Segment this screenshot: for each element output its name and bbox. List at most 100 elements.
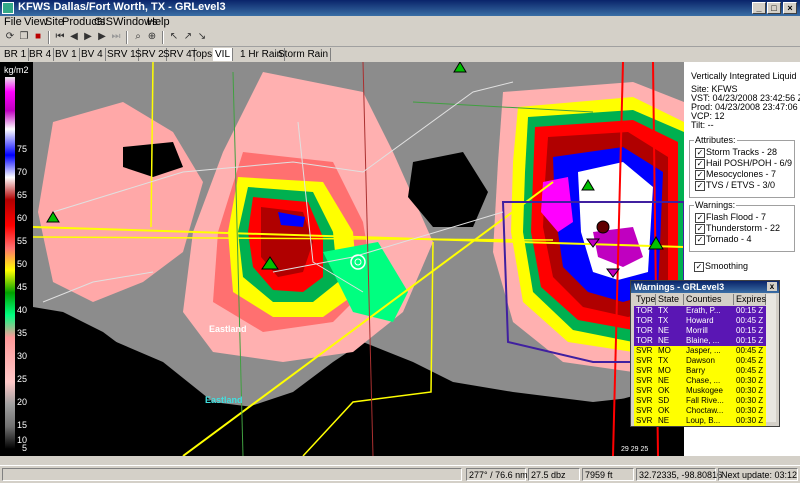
table-row[interactable]: SVR NE Loup, B... 00:30 Z: [634, 416, 766, 426]
warning-type: SVR: [636, 406, 653, 415]
warnings-window-titlebar[interactable]: Warnings - GRLevel3 x: [631, 281, 779, 293]
previous-frame-icon[interactable]: ◀: [68, 31, 80, 43]
mesocyclones-checkbox[interactable]: ✓: [695, 170, 705, 180]
tab-vil[interactable]: VIL: [213, 48, 234, 61]
close-button[interactable]: ×: [783, 2, 797, 14]
legend-label: 75: [17, 144, 28, 154]
thunderstorm-checkbox[interactable]: ✓: [695, 224, 705, 234]
product-title: Vertically Integrated Liquid: [691, 71, 797, 81]
warning-state: NE: [658, 416, 670, 425]
tvs-label: TVS / ETVS - 3/0: [706, 180, 776, 190]
close-icon[interactable]: x: [767, 282, 777, 291]
smoothing-label: Smoothing: [705, 261, 749, 271]
storm-tracks-checkbox[interactable]: ✓: [695, 148, 705, 158]
app-icon: [2, 2, 14, 14]
warnings-scrollbar[interactable]: [766, 294, 776, 422]
legend-label: 30: [17, 351, 28, 361]
play-icon[interactable]: ▶: [82, 31, 94, 43]
table-row[interactable]: SVR NE Chase, ... 00:30 Z: [634, 376, 766, 386]
warning-counties: Fall Rive...: [686, 396, 724, 405]
table-row[interactable]: SVR MO Barry 00:45 Z: [634, 366, 766, 376]
menu-bar: File View Site Products GIS Windows Help: [0, 16, 800, 29]
toolbar-separator: [48, 31, 50, 44]
warning-counties: Blaine, ...: [686, 336, 720, 345]
warning-state: NE: [658, 326, 670, 335]
warning-expires: 00:45 Z: [736, 316, 764, 325]
product-tabs: BR 1 BR 4 BV 1 BV 4 SRV 1 SRV 2 SRV 4 To…: [0, 47, 800, 62]
sample-icon[interactable]: ↖: [168, 31, 180, 43]
warning-expires: 00:30 Z: [736, 406, 764, 415]
hail-checkbox[interactable]: ✓: [695, 159, 705, 169]
next-frame-icon[interactable]: ▶: [96, 31, 108, 43]
warnings-window[interactable]: Warnings - GRLevel3 x Type State Countie…: [630, 280, 780, 427]
warning-expires: 00:30 Z: [736, 396, 764, 405]
measure-icon[interactable]: ↘: [196, 31, 208, 43]
status-height: 7959 ft: [582, 468, 634, 481]
tornado-checkbox[interactable]: ✓: [695, 235, 705, 245]
tornado-label: Tornado - 4: [706, 234, 752, 244]
refresh-icon[interactable]: ⟳: [4, 31, 16, 43]
table-row[interactable]: SVR SD Fall Rive... 00:30 Z: [634, 396, 766, 406]
zoom-icon[interactable]: ⌕: [132, 31, 144, 43]
tab-bv1[interactable]: BV 1: [53, 48, 80, 61]
center-icon[interactable]: ⊕: [146, 31, 158, 43]
warning-counties: Dawson: [686, 356, 715, 365]
column-header-state[interactable]: State: [656, 294, 684, 305]
column-header-expires[interactable]: Expires: [734, 294, 766, 305]
menu-file[interactable]: File: [4, 16, 22, 28]
stop-icon[interactable]: ■: [32, 31, 44, 43]
tab-storm-rain[interactable]: Storm Rain: [276, 48, 332, 61]
warning-expires: 00:15 Z: [736, 326, 764, 335]
warning-state: MO: [658, 366, 671, 375]
table-row[interactable]: TOR NE Blaine, ... 00:15 Z: [634, 336, 766, 346]
warning-state: OK: [658, 406, 670, 415]
color-legend: kg/m2 75 70 65 60 55 50 45 40 35 30 25 2…: [0, 62, 33, 456]
legend-unit: kg/m2: [4, 65, 29, 75]
table-row[interactable]: TOR TX Howard 00:45 Z: [634, 316, 766, 326]
warning-counties: Barry: [686, 366, 706, 375]
maximize-button[interactable]: □: [767, 2, 781, 14]
warning-counties: Jasper, ...: [686, 346, 721, 355]
column-header-type[interactable]: Type: [634, 294, 656, 305]
status-bar: 277° / 76.6 nm 27.5 dbz 7959 ft 32.72335…: [0, 465, 800, 483]
table-row[interactable]: SVR OK Muskogee 00:30 Z: [634, 386, 766, 396]
warning-state: MO: [658, 346, 671, 355]
status-update: Next update: 03:12: [718, 468, 798, 481]
copy-icon[interactable]: ❐: [18, 31, 30, 43]
first-frame-icon[interactable]: ⏮: [54, 31, 66, 43]
warnings-group: Warnings: ✓ Flash Flood - 7 ✓ Thundersto…: [689, 200, 795, 252]
table-row[interactable]: TOR TX Erath, P... 00:15 Z: [634, 306, 766, 316]
legend-label: 50: [17, 259, 28, 269]
warning-expires: 00:30 Z: [736, 386, 764, 395]
tab-tops[interactable]: Tops: [189, 48, 216, 61]
legend-label: 5: [22, 443, 28, 453]
warning-type: SVR: [636, 356, 653, 365]
menu-gis[interactable]: GIS: [94, 16, 113, 28]
warning-state: SD: [658, 396, 670, 405]
table-row[interactable]: SVR OK Choctaw... 00:30 Z: [634, 406, 766, 416]
table-row[interactable]: TOR NE Morrill 00:15 Z: [634, 326, 766, 336]
last-frame-icon[interactable]: ⏭: [110, 31, 122, 43]
tab-bv4[interactable]: BV 4: [79, 48, 106, 61]
tab-br1[interactable]: BR 1: [2, 48, 30, 61]
legend-label: 55: [17, 236, 28, 246]
tvs-checkbox[interactable]: ✓: [695, 181, 705, 191]
tab-br4[interactable]: BR 4: [27, 48, 55, 61]
minimize-button[interactable]: _: [752, 2, 766, 14]
thunderstorm-label: Thunderstorm - 22: [706, 223, 781, 233]
flash-flood-checkbox[interactable]: ✓: [695, 213, 705, 223]
column-header-counties[interactable]: Counties: [684, 294, 734, 305]
menu-help[interactable]: Help: [147, 16, 170, 28]
table-row[interactable]: SVR MO Jasper, ... 00:45 Z: [634, 346, 766, 356]
warning-type: TOR: [636, 306, 653, 315]
tilt-label: Tilt: --: [691, 120, 714, 130]
warning-type: SVR: [636, 376, 653, 385]
warning-state: NE: [658, 336, 670, 345]
table-row[interactable]: SVR TX Dawson 00:45 Z: [634, 356, 766, 366]
track-icon[interactable]: ↗: [182, 31, 194, 43]
warning-expires: 00:15 Z: [736, 306, 764, 315]
attributes-title: Attributes:: [694, 135, 737, 145]
radar-map[interactable]: Eastland Eastland 29 29 25: [33, 62, 684, 456]
smoothing-checkbox[interactable]: ✓: [694, 262, 704, 272]
legend-label: 60: [17, 213, 28, 223]
